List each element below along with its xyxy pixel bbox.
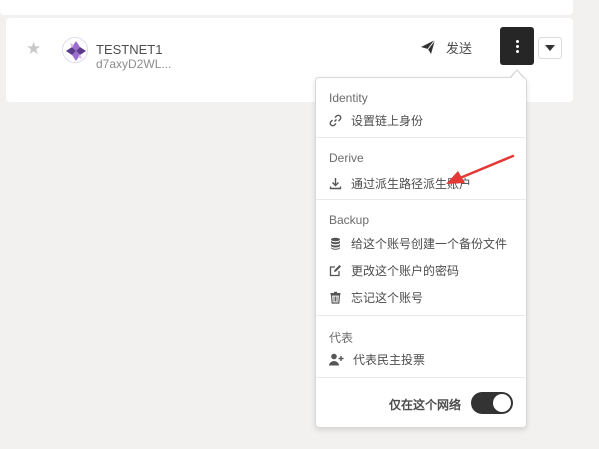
account-actions-menu (315, 77, 527, 428)
red-annotation-arrow-icon (446, 154, 515, 184)
account-address[interactable]: d7axyD2WL... (96, 57, 171, 71)
ellipsis-vertical-icon (515, 39, 519, 43)
paper-plane-icon (421, 39, 436, 54)
network-only-label: 仅在这个网络 (389, 398, 462, 412)
menu-item-forget-account[interactable]: 忘记这个账号 (329, 288, 423, 306)
expand-dropdown-button[interactable] (538, 37, 562, 59)
previous-card (0, 0, 573, 15)
menu-section-derive: Derive (329, 151, 364, 165)
trash-icon (329, 291, 342, 304)
menu-section-backup: Backup (329, 213, 370, 227)
menu-item-label: 设置链上身份 (351, 113, 424, 128)
download-icon (329, 177, 342, 190)
user-plus-icon (329, 353, 344, 366)
menu-item-label: 给这个账号创建一个备份文件 (351, 236, 508, 251)
account-avatar[interactable] (62, 37, 88, 63)
menu-divider (316, 377, 526, 378)
database-icon (329, 237, 342, 250)
menu-divider (316, 137, 526, 138)
account-name: TESTNET1 (96, 42, 163, 57)
menu-section-identity: Identity (329, 91, 368, 105)
edit-icon (329, 264, 342, 277)
menu-item-label: 忘记这个账号 (351, 290, 424, 305)
caret-down-icon (545, 45, 555, 51)
favorite-star-icon[interactable]: ★ (26, 40, 44, 58)
more-options-button[interactable] (500, 27, 534, 65)
menu-item-set-identity[interactable]: 设置链上身份 (329, 111, 423, 129)
send-button-label: 发送 (446, 41, 473, 57)
menu-divider (316, 315, 526, 316)
menu-item-delegate-democracy[interactable]: 代表民主投票 (329, 350, 425, 368)
menu-section-proxy: 代表 (329, 331, 354, 345)
network-only-toggle[interactable] (471, 392, 513, 414)
menu-item-label: 更改这个账户的密码 (351, 263, 460, 278)
link-icon (329, 114, 342, 127)
menu-item-label: 代表民主投票 (353, 352, 426, 367)
menu-item-change-password[interactable]: 更改这个账户的密码 (329, 261, 459, 279)
menu-item-create-backup[interactable]: 给这个账号创建一个备份文件 (329, 234, 507, 252)
toggle-knob (493, 394, 511, 412)
menu-divider (316, 199, 526, 200)
send-button[interactable]: 发送 (420, 36, 472, 58)
